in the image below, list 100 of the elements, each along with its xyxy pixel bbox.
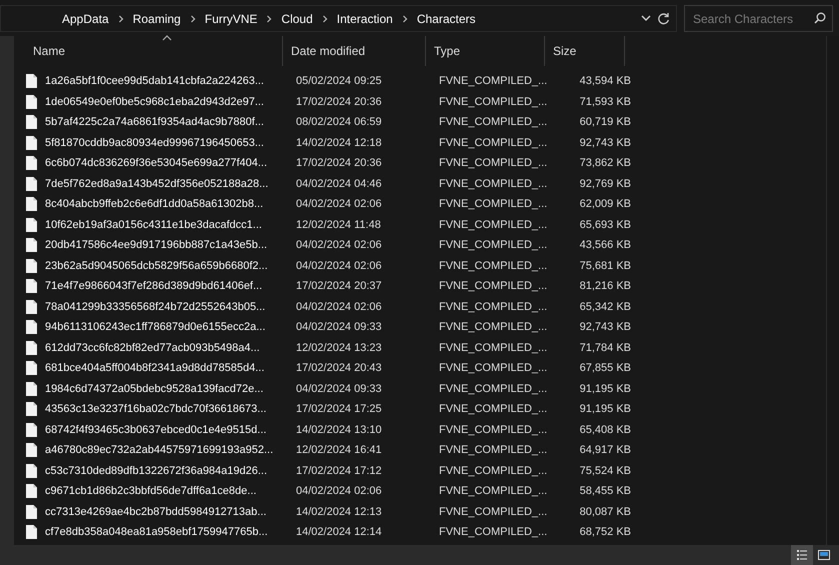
file-name[interactable]: 7de5f762ed8a9a143b452df356e052188a28... [45,176,268,192]
refresh-icon[interactable] [657,12,670,25]
breadcrumb[interactable]: AppData [59,10,112,28]
date-modified: 17/02/2024 20:36 [295,156,383,172]
file-icon [26,300,37,314]
file-name[interactable]: 1de06549e0ef0be5c968c1eba2d943d2e97... [45,94,264,110]
chevron-icon [320,14,329,22]
file-icon [26,136,37,150]
file-name[interactable]: 94b6113106243ec1ff786879d0e6155ecc2a... [45,319,266,336]
file-type: FVNE_COMPILED_... [438,279,548,294]
file-name[interactable]: 10f62eb19af3a0156c4311e1be3dacafdcc1... [45,216,262,233]
date-modified: 05/02/2024 09:25 [295,74,383,90]
file-type: FVNE_COMPILED_... [438,382,548,397]
file-name[interactable]: 43563c13e3237f16ba02c7bdc70f36618673... [45,401,266,418]
file-size: 43,594 KB [578,74,631,90]
file-size: 71,593 KB [578,94,631,110]
column-header[interactable]: Size [545,36,625,66]
date-modified: 04/02/2024 09:33 [295,320,383,336]
file-size: 62,009 KB [578,197,631,212]
breadcrumb[interactable]: Characters [414,10,478,28]
file-name[interactable]: c53c7310ded89dfb1322672f36a984a19d26... [45,462,268,479]
breadcrumb[interactable]: Cloud [278,10,316,28]
file-name[interactable]: 20db417586c4ee9d917196bb887c1a43e5b... [45,237,268,254]
breadcrumb[interactable]: FurryVNE [202,10,260,28]
file-type: FVNE_COMPILED_... [438,176,548,192]
file-icon [26,464,37,478]
chevron-icon [400,14,409,22]
file-size: 91,195 KB [578,402,631,418]
search-field[interactable]: Search Characters [684,5,833,32]
details-view-icon[interactable] [791,545,813,565]
file-type: FVNE_COMPILED_... [438,320,548,336]
file-type: FVNE_COMPILED_... [438,300,548,315]
file-name[interactable]: 5b7af4225c2a74a6861f9354ad4ac9b7880f... [45,114,264,130]
date-modified: 04/02/2024 09:33 [295,382,383,397]
file-icon [26,340,37,355]
column-header[interactable]: Date modified [283,36,426,66]
file-name[interactable]: 78a041299b33356568f24b72d2552643b05... [45,298,266,315]
file-type: FVNE_COMPILED_... [438,74,548,90]
breadcrumb[interactable]: Interaction [334,10,396,28]
file-type: FVNE_COMPILED_... [438,156,548,172]
file-type: FVNE_COMPILED_... [438,484,548,500]
file-size: 75,524 KB [578,464,631,479]
date-modified: 17/02/2024 20:43 [295,361,383,376]
date-modified: 04/02/2024 02:06 [295,300,383,315]
search-icon[interactable] [814,12,826,24]
file-name[interactable]: 23b62a5d9045065dcb5829f56a659b6680f2... [45,258,268,274]
date-modified: 14/02/2024 12:18 [295,136,383,151]
file-name[interactable]: 1984c6d74372a05bdebc9528a139facd72e... [45,380,264,397]
file-icon [26,402,37,416]
date-modified: 17/02/2024 20:37 [295,279,383,294]
file-type: FVNE_COMPILED_... [438,197,548,212]
file-type: FVNE_COMPILED_... [438,94,548,110]
file-size: 92,769 KB [578,176,631,192]
file-icon [26,422,37,437]
date-modified: 04/02/2024 02:06 [295,197,383,212]
file-size: 81,216 KB [578,279,631,294]
file-name[interactable]: 612dd73cc6fc82bf82ed77acb093b5498a4... [45,340,260,356]
file-size: 68,752 KB [578,525,631,540]
file-icon [26,156,37,170]
file-name[interactable]: 68742f4f93465c3b0637ebced0c1e4e9515d... [45,422,266,438]
file-size: 80,087 KB [578,504,631,520]
date-modified: 14/02/2024 12:13 [295,504,383,520]
file-size: 92,743 KB [578,136,631,151]
chevron-icon [116,14,125,22]
file-icon [26,382,37,396]
file-type: FVNE_COMPILED_... [438,464,548,479]
column-header[interactable]: Type [426,36,545,66]
file-size: 75,681 KB [578,258,631,274]
file-icon [26,94,37,109]
file-name[interactable]: 71e4f7e9866043f7ef286d389d9bd61406ef... [45,278,262,294]
file-icon [26,115,37,130]
chevron-icon [265,14,274,22]
file-type: FVNE_COMPILED_... [438,402,548,418]
file-name[interactable]: cc7313e4269ae4bc2b87bdd5984912713ab... [45,504,266,520]
file-type: FVNE_COMPILED_... [438,422,548,438]
breadcrumb[interactable]: Roaming [130,10,184,28]
file-type: FVNE_COMPILED_... [438,525,548,540]
file-name[interactable]: cf7e8db358a048ea81a958ebf1759947765b... [45,524,268,540]
date-modified: 04/02/2024 02:06 [295,258,383,274]
date-modified: 14/02/2024 13:10 [295,422,383,438]
file-size: 73,862 KB [578,156,631,172]
address-bar[interactable]: AppData Roaming FurryVNE Cloud Interaction Characters [0,5,677,32]
chevron-icon [188,14,197,22]
file-icon [26,176,37,191]
date-modified: 17/02/2024 17:25 [295,402,383,418]
file-name[interactable]: 8c404abcb9ffeb2c6e6df1dd0a58a61302b8... [45,196,264,212]
date-modified: 04/02/2024 02:06 [295,238,383,254]
file-name[interactable]: c9671cb1d86b2c3bbfd56de7dff6a1ce8de... [45,483,256,500]
file-name[interactable]: 6c6b074dc836269f36e53045e699a277f404... [45,155,268,172]
file-size: 65,408 KB [578,422,631,438]
date-modified: 14/02/2024 12:14 [295,525,383,540]
file-name[interactable]: 681bce404a5ff004b8f2341a9d8dd78585d4... [45,360,264,376]
file-name[interactable]: 5f81870cddb9ac80934ed99967196450653... [45,134,264,151]
date-modified: 04/02/2024 02:06 [295,484,383,500]
file-name[interactable]: a46780c89ec732a2ab44575971699193a952... [45,442,274,458]
file-name[interactable]: 1a26a5bf1f0cee99d5dab141cbfa2a224263... [45,73,264,90]
file-icon [26,484,37,498]
dropdown-icon[interactable] [641,15,651,22]
file-type: FVNE_COMPILED_... [438,361,548,376]
column-header[interactable]: Name [25,36,283,66]
